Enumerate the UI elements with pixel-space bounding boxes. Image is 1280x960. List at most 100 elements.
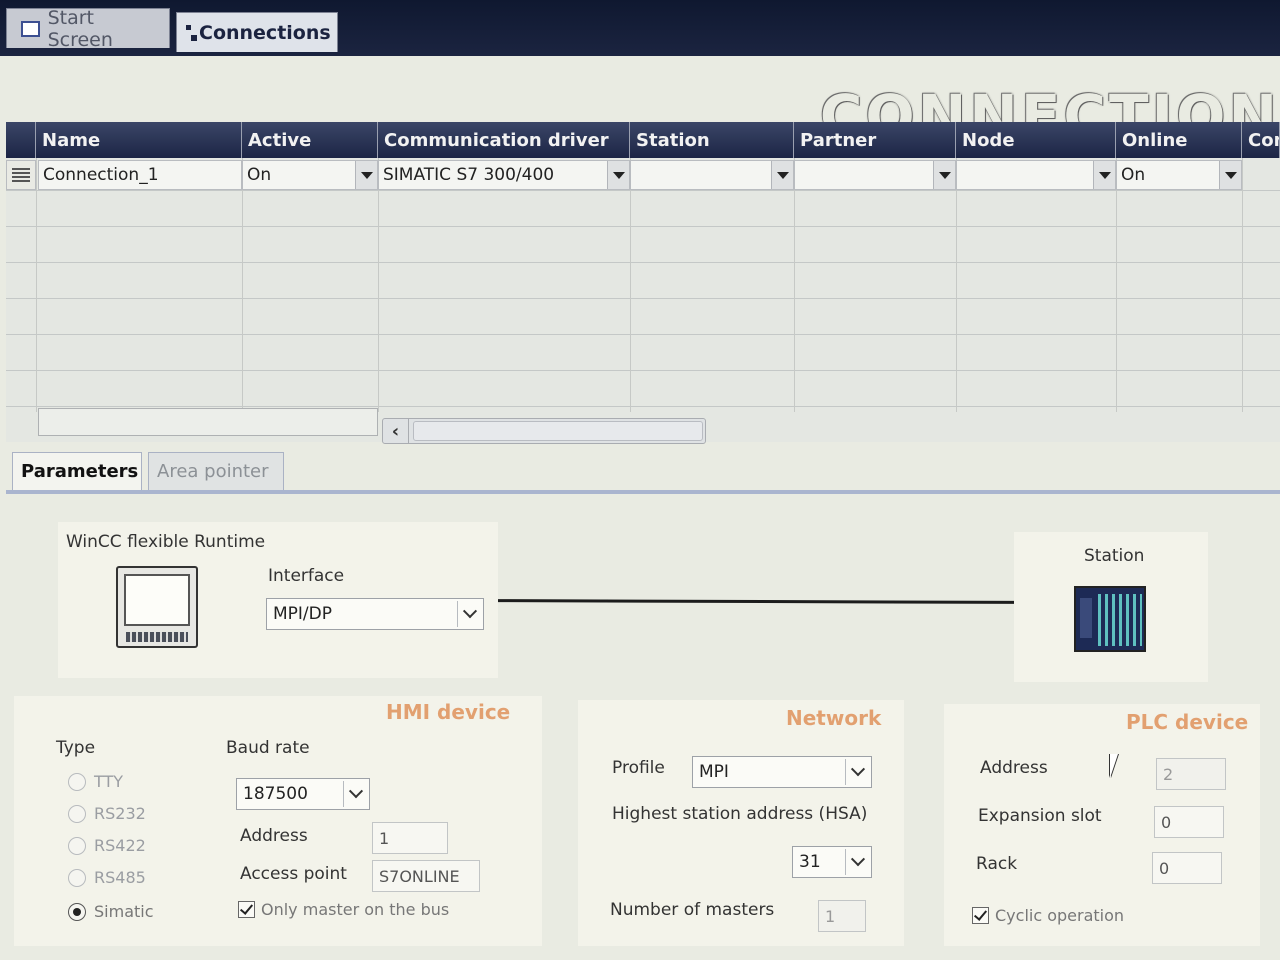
baud-rate-value: 187500 xyxy=(243,784,308,804)
radio-rs485[interactable]: RS485 xyxy=(68,868,146,887)
radio-rs422-label: RS422 xyxy=(94,836,146,855)
hsa-select[interactable]: 31 xyxy=(792,846,872,878)
tab-connections[interactable]: Connections xyxy=(176,12,338,52)
hsa-label: Highest station address (HSA) xyxy=(612,804,868,824)
plc-address-field[interactable]: 2 xyxy=(1156,758,1226,790)
network-title: Network xyxy=(786,706,882,730)
tab-start-screen[interactable]: Start Screen xyxy=(6,6,170,51)
cell-active[interactable]: On xyxy=(242,160,378,190)
connections-table: Name Active Communication driver Station… xyxy=(6,122,1280,444)
hsa-value: 31 xyxy=(799,852,821,872)
access-point-field[interactable]: S7ONLINE xyxy=(372,860,480,892)
cyclic-operation-label: Cyclic operation xyxy=(995,906,1125,925)
baud-rate-label: Baud rate xyxy=(226,738,310,758)
column-header-con[interactable]: Con xyxy=(1242,122,1280,158)
column-footer xyxy=(38,408,378,436)
station-label: Station xyxy=(1084,546,1145,566)
radio-tty[interactable]: TTY xyxy=(68,772,123,791)
chevron-down-icon[interactable] xyxy=(355,161,377,189)
document-tab-bar: Start Screen Connections xyxy=(0,0,1280,56)
baud-rate-select[interactable]: 187500 xyxy=(236,778,370,810)
chevron-down-icon[interactable] xyxy=(343,781,367,807)
radio-rs232[interactable]: RS232 xyxy=(68,804,146,823)
runtime-label: WinCC flexible Runtime xyxy=(66,532,266,552)
screen-icon xyxy=(21,20,40,37)
chevron-down-icon[interactable] xyxy=(845,849,869,875)
interface-select[interactable]: MPI/DP xyxy=(266,598,484,630)
scroll-left-icon[interactable]: ‹ xyxy=(383,419,409,443)
cell-active-value: On xyxy=(247,165,272,185)
cell-name[interactable]: Connection_1 xyxy=(38,160,242,190)
expansion-slot-field[interactable]: 0 xyxy=(1154,806,1224,838)
column-header-driver[interactable]: Communication driver xyxy=(378,122,630,158)
cell-online-value: On xyxy=(1121,165,1146,185)
masters-label: Number of masters xyxy=(610,900,775,920)
radio-icon xyxy=(68,772,86,791)
hmi-address-label: Address xyxy=(240,826,308,846)
access-point-label: Access point xyxy=(240,864,347,884)
chevron-down-icon[interactable] xyxy=(607,161,629,189)
tab-area-pointer[interactable]: Area pointer xyxy=(148,452,284,490)
tab-connections-label: Connections xyxy=(199,21,331,44)
chevron-down-icon[interactable] xyxy=(845,759,869,785)
column-divider xyxy=(36,122,37,412)
masters-field[interactable]: 1 xyxy=(818,900,866,932)
chevron-down-icon[interactable] xyxy=(457,601,481,627)
checkbox-checked-icon[interactable] xyxy=(972,907,989,924)
chevron-down-icon[interactable] xyxy=(771,161,793,189)
cell-online[interactable]: On xyxy=(1116,160,1242,190)
radio-icon xyxy=(68,804,86,823)
only-master-label: Only master on the bus xyxy=(261,900,450,919)
cell-station[interactable] xyxy=(630,160,794,190)
tab-parameters[interactable]: Parameters xyxy=(12,452,142,490)
profile-label: Profile xyxy=(612,758,665,778)
column-header-name[interactable]: Name xyxy=(36,122,242,158)
header-corner xyxy=(6,122,36,158)
chevron-down-icon[interactable] xyxy=(1219,161,1241,189)
mouse-cursor-icon xyxy=(1110,754,1126,778)
hmi-panel-icon xyxy=(116,566,198,648)
table-grid xyxy=(6,190,1280,410)
row-handle-icon xyxy=(12,168,30,182)
cell-driver-value: SIMATIC S7 300/400 xyxy=(383,165,555,185)
chevron-down-icon[interactable] xyxy=(933,161,955,189)
column-header-online[interactable]: Online xyxy=(1116,122,1242,158)
network-link-line xyxy=(497,599,1017,604)
cell-partner[interactable] xyxy=(794,160,956,190)
radio-rs422[interactable]: RS422 xyxy=(68,836,146,855)
type-label: Type xyxy=(56,738,96,758)
only-master-checkbox-row[interactable]: Only master on the bus xyxy=(238,900,449,919)
column-header-active[interactable]: Active xyxy=(242,122,378,158)
column-divider xyxy=(1242,122,1243,412)
hmi-address-field[interactable]: 1 xyxy=(372,822,448,854)
row-selector[interactable] xyxy=(6,160,36,190)
radio-rs485-label: RS485 xyxy=(94,868,146,887)
horizontal-scrollbar[interactable]: ‹ xyxy=(382,418,706,444)
expansion-slot-label: Expansion slot xyxy=(978,806,1102,826)
column-header-partner[interactable]: Partner xyxy=(794,122,956,158)
chevron-down-icon[interactable] xyxy=(1093,161,1115,189)
checkbox-checked-icon[interactable] xyxy=(238,901,255,918)
column-header-node[interactable]: Node xyxy=(956,122,1116,158)
radio-icon xyxy=(68,836,86,855)
plc-device-title: PLC device xyxy=(1126,710,1249,734)
profile-value: MPI xyxy=(699,762,729,782)
tab-underline xyxy=(6,490,1280,494)
column-header-station[interactable]: Station xyxy=(630,122,794,158)
rack-label: Rack xyxy=(976,854,1018,874)
plc-address-label: Address xyxy=(980,758,1048,778)
cell-driver[interactable]: SIMATIC S7 300/400 xyxy=(378,160,630,190)
interface-value: MPI/DP xyxy=(273,604,333,624)
interface-label: Interface xyxy=(268,566,345,586)
radio-icon xyxy=(68,868,86,887)
rack-field[interactable]: 0 xyxy=(1152,852,1222,884)
scrollbar-thumb[interactable] xyxy=(413,421,703,441)
tab-start-screen-label: Start Screen xyxy=(47,6,113,51)
radio-simatic-label: Simatic xyxy=(94,902,154,921)
radio-simatic[interactable]: Simatic xyxy=(68,902,154,921)
hmi-device-title: HMI device xyxy=(386,700,511,724)
radio-rs232-label: RS232 xyxy=(94,804,146,823)
profile-select[interactable]: MPI xyxy=(692,756,872,788)
cyclic-operation-checkbox-row[interactable]: Cyclic operation xyxy=(972,906,1124,925)
cell-node[interactable] xyxy=(956,160,1116,190)
